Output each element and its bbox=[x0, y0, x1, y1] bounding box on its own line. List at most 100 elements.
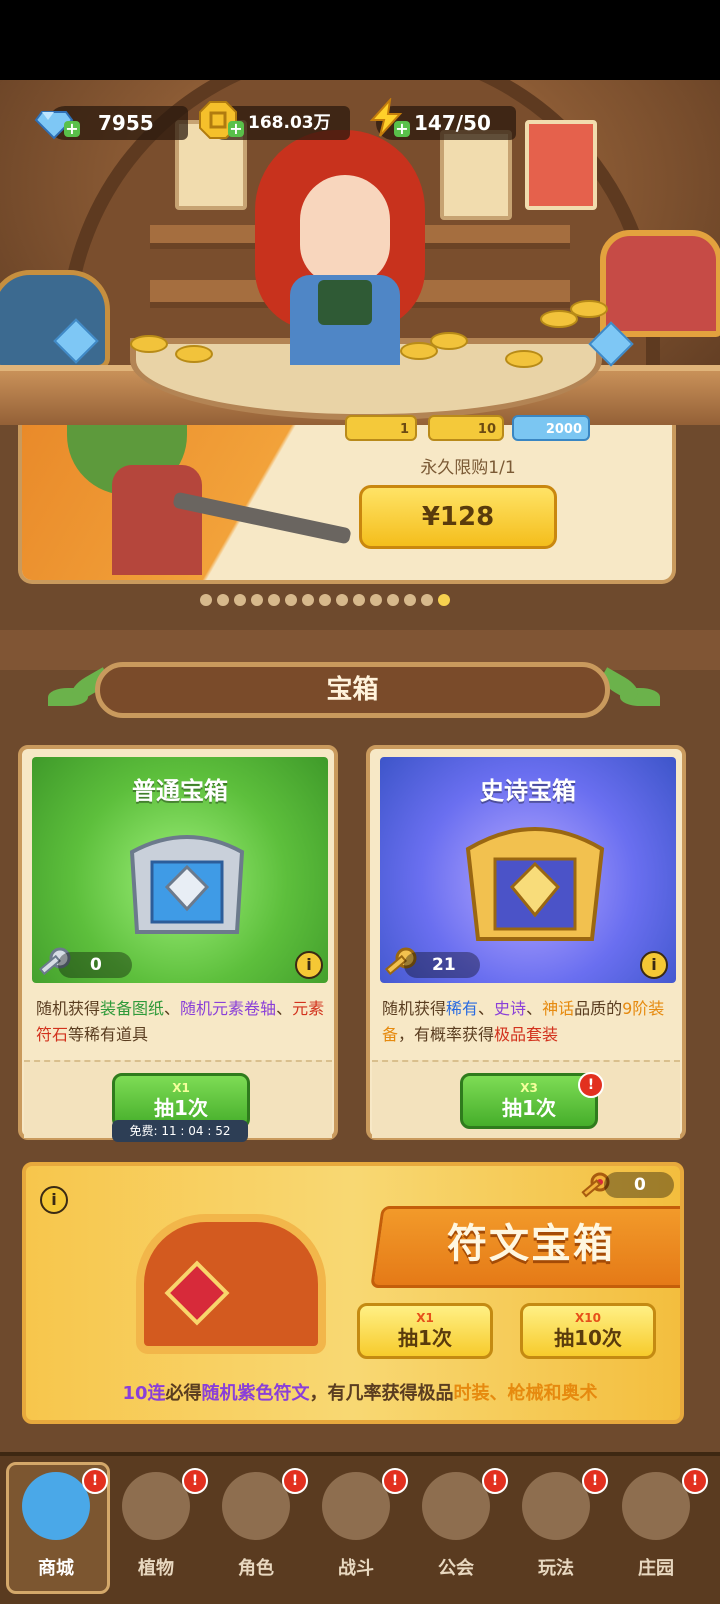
coin-decoration bbox=[175, 345, 213, 363]
carousel-dot[interactable] bbox=[387, 594, 399, 606]
nav-label: 战斗 bbox=[338, 1558, 374, 1579]
description-segment: 等稀有道具 bbox=[68, 1025, 149, 1044]
nav-item-manor[interactable]: 庄园! bbox=[610, 1462, 708, 1587]
carousel-dot[interactable] bbox=[302, 594, 314, 606]
carousel-dot[interactable] bbox=[251, 594, 263, 606]
description-segment: 、 bbox=[164, 999, 181, 1018]
description-segment: 10连 bbox=[122, 1383, 166, 1404]
rune-chest-description: 10连必得随机紫色符文，有几率获得极品时装、枪械和奥术 bbox=[0, 1381, 720, 1407]
description-segment: 必得 bbox=[165, 1383, 202, 1404]
rune-draw-10-cost: X10 bbox=[575, 1311, 601, 1325]
status-bar bbox=[0, 0, 720, 80]
description-segment: 品质的 bbox=[574, 999, 623, 1018]
normal-key-count: 0 bbox=[90, 955, 102, 975]
normal-chest-title: 普通宝箱 bbox=[132, 777, 228, 805]
normal-chest-info-icon[interactable]: i bbox=[295, 951, 323, 979]
rune-draw-1-button[interactable]: X1 抽1次 bbox=[357, 1303, 493, 1359]
carousel-dot[interactable] bbox=[217, 594, 229, 606]
add-gold-icon[interactable]: + bbox=[228, 121, 244, 137]
nav-item-battle[interactable]: 战斗! bbox=[310, 1462, 408, 1587]
energy-value: 147/50 bbox=[414, 111, 491, 135]
battle-icon bbox=[322, 1472, 390, 1540]
guild-icon bbox=[422, 1472, 490, 1540]
description-segment: 稀有 bbox=[446, 999, 479, 1018]
carousel-dot[interactable] bbox=[370, 594, 382, 606]
gold-chest-icon bbox=[460, 819, 610, 949]
gold-value: 168.03万 bbox=[248, 113, 331, 133]
epic-draw-cost: X3 bbox=[520, 1081, 538, 1095]
nav-item-plant[interactable]: 植物! bbox=[110, 1462, 208, 1587]
description-segment: 随机获得 bbox=[36, 999, 101, 1018]
rune-key-count-pill: 0 bbox=[604, 1172, 674, 1198]
description-segment: 时装、枪械和奥术 bbox=[453, 1383, 598, 1404]
nav-alert-badge: ! bbox=[382, 1468, 408, 1494]
carousel-dot[interactable] bbox=[438, 594, 450, 606]
description-segment: 随机元素卷轴 bbox=[180, 999, 277, 1018]
nav-label: 商城 bbox=[38, 1558, 74, 1579]
coin-decoration bbox=[430, 332, 468, 350]
description-segment: 史诗 bbox=[494, 999, 527, 1018]
normal-key-count-pill: 0 bbox=[58, 952, 132, 978]
purchase-limit-text: 永久限购1/1 bbox=[420, 458, 516, 478]
carousel-dot[interactable] bbox=[319, 594, 331, 606]
rune-draw-1-label: 抽1次 bbox=[398, 1326, 452, 1350]
nav-item-shop[interactable]: 商城! bbox=[10, 1462, 108, 1587]
promo-character-body bbox=[112, 465, 202, 575]
nav-alert-badge: ! bbox=[582, 1468, 608, 1494]
nav-alert-badge: ! bbox=[282, 1468, 308, 1494]
normal-draw-label: 抽1次 bbox=[154, 1096, 208, 1120]
description-segment: 随机获得 bbox=[382, 999, 447, 1018]
epic-chest-title: 史诗宝箱 bbox=[480, 777, 576, 805]
epic-chest-alert-badge: ! bbox=[578, 1072, 604, 1098]
description-segment: 极品套装 bbox=[494, 1025, 559, 1044]
description-segment: ，有概率获得 bbox=[398, 1025, 495, 1044]
normal-chest-image[interactable]: 普通宝箱 bbox=[32, 757, 328, 983]
nav-label: 玩法 bbox=[538, 1558, 574, 1579]
description-segment: 、 bbox=[276, 999, 293, 1018]
description-segment: ，有几率获得极品 bbox=[309, 1383, 454, 1404]
rune-draw-10-button[interactable]: X10 抽10次 bbox=[520, 1303, 656, 1359]
cup-poster bbox=[525, 120, 597, 210]
description-segment: 随机紫色符文 bbox=[201, 1383, 310, 1404]
description-segment: 、 bbox=[478, 999, 495, 1018]
nav-item-gameplay[interactable]: 玩法! bbox=[510, 1462, 608, 1587]
section-title: 宝箱 bbox=[326, 675, 379, 705]
nav-label: 角色 bbox=[238, 1558, 274, 1579]
nav-alert-badge: ! bbox=[182, 1468, 208, 1494]
carousel-dot[interactable] bbox=[404, 594, 416, 606]
coin-decoration bbox=[570, 300, 608, 318]
shop-icon bbox=[22, 1472, 90, 1540]
carousel-dot[interactable] bbox=[353, 594, 365, 606]
free-timer: 免费: 11 : 04 : 52 bbox=[112, 1120, 248, 1142]
nav-item-guild[interactable]: 公会! bbox=[410, 1462, 508, 1587]
carousel-dots[interactable] bbox=[200, 594, 450, 608]
character-icon bbox=[222, 1472, 290, 1540]
rune-chest-icon[interactable] bbox=[136, 1214, 326, 1354]
epic-chest-info-icon[interactable]: i bbox=[640, 951, 668, 979]
epic-chest-image[interactable]: 史诗宝箱 bbox=[380, 757, 676, 983]
description-segment: 、 bbox=[526, 999, 543, 1018]
carousel-dot[interactable] bbox=[200, 594, 212, 606]
carousel-dot[interactable] bbox=[336, 594, 348, 606]
carousel-dot[interactable] bbox=[234, 594, 246, 606]
add-gems-icon[interactable]: + bbox=[64, 121, 80, 137]
carousel-dot[interactable] bbox=[285, 594, 297, 606]
add-energy-icon[interactable]: + bbox=[394, 121, 410, 137]
description-segment: 神话 bbox=[542, 999, 575, 1018]
carousel-dot[interactable] bbox=[268, 594, 280, 606]
reward-token-3: 2000 bbox=[512, 415, 590, 441]
carousel-dot[interactable] bbox=[421, 594, 433, 606]
nav-alert-badge: ! bbox=[482, 1468, 508, 1494]
coin-decoration bbox=[130, 335, 168, 353]
rune-key-count: 0 bbox=[634, 1175, 646, 1195]
nav-alert-badge: ! bbox=[682, 1468, 708, 1494]
buy-package-button[interactable]: ¥128 bbox=[359, 485, 557, 549]
epic-draw-label: 抽1次 bbox=[502, 1096, 556, 1120]
nav-item-character[interactable]: 角色! bbox=[210, 1462, 308, 1587]
shopkeeper-face bbox=[300, 175, 390, 285]
normal-chest-description: 随机获得装备图纸、随机元素卷轴、元素符石等稀有道具 bbox=[36, 996, 326, 1048]
nav-label: 庄园 bbox=[638, 1558, 674, 1579]
manor-icon bbox=[622, 1472, 690, 1540]
rune-chest-info-icon[interactable]: i bbox=[40, 1186, 68, 1214]
gameplay-icon bbox=[522, 1472, 590, 1540]
